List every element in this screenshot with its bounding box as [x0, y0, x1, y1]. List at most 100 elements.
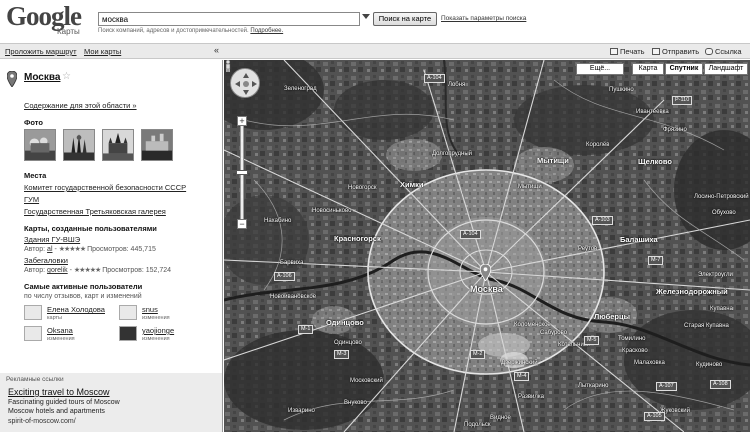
map-place-label: Ивантеевка [636, 109, 669, 115]
road-shield-label: M-2 [470, 350, 486, 359]
photo-thumbnail[interactable] [63, 129, 95, 161]
ad-title-link[interactable]: Exciting travel to Moscow [8, 387, 110, 397]
road-shield-label: A-107 [656, 382, 677, 391]
pan-arrows-icon [235, 73, 257, 95]
search-hint-more-link[interactable]: Подробнее. [250, 28, 283, 34]
photo-thumbnail[interactable] [141, 129, 173, 161]
ad-text: Fascinating guided tours of Moscow [8, 399, 120, 406]
map-place-label: Новоивановское [270, 294, 317, 300]
google-logo[interactable]: Google [6, 3, 82, 30]
map-place-label: Томилино [618, 336, 646, 342]
place-link[interactable]: Комитет государственной безопасности ССС… [24, 183, 186, 192]
map-place-label: Развилка [518, 394, 544, 400]
map-place-label: Коломенское [514, 322, 551, 328]
envelope-icon [652, 48, 660, 55]
road-shield-label: A-104 [460, 230, 481, 239]
ad-url[interactable]: spirit-of-moscow.com/ [8, 418, 76, 425]
search-input[interactable] [98, 12, 360, 26]
avatar[interactable] [24, 326, 42, 341]
street-view-pegman-icon[interactable] [224, 60, 232, 72]
photos-heading: Фото [24, 118, 43, 127]
author-label: Автор: [24, 246, 46, 253]
zoom-in-button[interactable]: + [237, 116, 247, 126]
map-place-label: Одинцово [334, 340, 362, 346]
map-place-label: Обухово [712, 210, 736, 216]
user-map-link[interactable]: Здания ГУ-ВШЭ [24, 235, 80, 244]
place-link[interactable]: ГУМ [24, 195, 39, 204]
road-shield-label: M-5 [584, 336, 600, 345]
collapse-sidebar-icon[interactable]: « [214, 45, 219, 55]
map-place-label: Зеленоград [284, 86, 317, 92]
map-place-label: Видное [490, 415, 511, 421]
header: Google Карты Поиск на карте Показать пар… [0, 0, 750, 42]
center-location-pin-icon[interactable] [480, 264, 491, 281]
map-place-label: Красногорск [334, 234, 381, 243]
map-type-map-button[interactable]: Карта [632, 63, 664, 75]
center-city-label: Москва [470, 284, 503, 294]
avatar[interactable] [119, 326, 137, 341]
user-name-link[interactable]: snus [142, 305, 158, 314]
map-place-label: Московский [350, 378, 383, 384]
my-maps-link[interactable]: Мои карты [84, 47, 121, 56]
avatar[interactable] [119, 305, 137, 320]
road-shield-label: A-105 [644, 412, 665, 421]
map-place-label: Купавна [710, 306, 733, 312]
photo-thumbnail[interactable] [102, 129, 134, 161]
chain-link-icon [705, 48, 713, 55]
sidebar: Москва ☆ Содержание для этой области » Ф… [0, 60, 223, 432]
map-place-label: Малаховка [634, 360, 665, 366]
map-place-label: Лосино-Петровский [694, 194, 749, 200]
area-content-link[interactable]: Содержание для этой области » [24, 101, 137, 110]
map-place-label: Сабурово [540, 330, 568, 336]
active-users-subheading: по числу отзывов, карт и изменений [24, 293, 142, 300]
user-name-link[interactable]: Елена Холодова [47, 305, 105, 314]
map-place-label: Нахабино [264, 218, 292, 224]
search-history-dropdown-icon[interactable] [362, 14, 370, 19]
place-title[interactable]: Москва [24, 72, 60, 83]
road-shield-label: M-7 [648, 256, 664, 265]
search-hint-text: Поиск компаний, адресов и достопримечате… [98, 28, 249, 34]
map-place-label: Щелково [638, 157, 672, 166]
view-count: Просмотров: 445,715 [87, 246, 156, 253]
print-button[interactable]: Печать [610, 47, 645, 56]
sponsored-links: Рекламные ссылки Exciting travel to Mosc… [0, 373, 222, 432]
map-place-label: Железнодорожный [656, 287, 728, 296]
author-link[interactable]: al [47, 246, 52, 253]
search-options-link[interactable]: Показать параметры поиска [441, 15, 526, 22]
link-button[interactable]: Ссылка [705, 47, 742, 56]
more-layers-button[interactable]: Ещё... [576, 63, 624, 75]
photo-thumbnail[interactable] [24, 129, 56, 161]
star-icon[interactable]: ☆ [62, 71, 71, 82]
pan-control[interactable] [230, 68, 260, 98]
map-place-label: Реутов [578, 246, 598, 252]
place-link[interactable]: Государственная Третьяковская галерея [24, 207, 166, 216]
send-label: Отправить [662, 47, 700, 56]
map-place-label: Новогорск [348, 185, 377, 191]
satellite-map[interactable]: Мытищи Химки Красногорск Балашиха Железнодор… [224, 60, 750, 432]
map-pin-icon [7, 71, 17, 87]
rating-stars-icon: ★★★★★ [73, 267, 101, 274]
zoom-slider-handle[interactable] [236, 170, 248, 175]
get-directions-link[interactable]: Проложить маршрут [5, 47, 77, 56]
avatar[interactable] [24, 305, 42, 320]
map-type-satellite-button[interactable]: Спутник [665, 63, 703, 75]
send-button[interactable]: Отправить [652, 47, 699, 56]
printer-icon [610, 48, 618, 55]
map-type-terrain-button[interactable]: Ландшафт [704, 63, 748, 75]
user-map-link[interactable]: Забегаловки [24, 256, 68, 265]
map-place-label: Королёв [586, 142, 610, 148]
user-meta: карты [47, 315, 62, 321]
map-place-label: Химки [400, 180, 424, 189]
map-place-label: Кудиново [696, 362, 723, 368]
map-place-label: Мытищи [537, 156, 569, 165]
user-map-meta: Автор: al - ★★★★★ Просмотров: 445,715 [24, 246, 156, 253]
search-button[interactable]: Поиск на карте [373, 12, 437, 26]
road-shield-label: A-108 [710, 380, 731, 389]
map-place-label: Люберцы [594, 312, 630, 321]
user-name-link[interactable]: yaojionge [142, 326, 174, 335]
user-maps-heading: Карты, созданные пользователями [24, 224, 157, 233]
author-link[interactable]: gorelik [47, 267, 68, 274]
zoom-out-button[interactable]: − [237, 219, 247, 229]
user-name-link[interactable]: Oksana [47, 326, 73, 335]
view-count: Просмотров: 152,724 [102, 267, 172, 274]
